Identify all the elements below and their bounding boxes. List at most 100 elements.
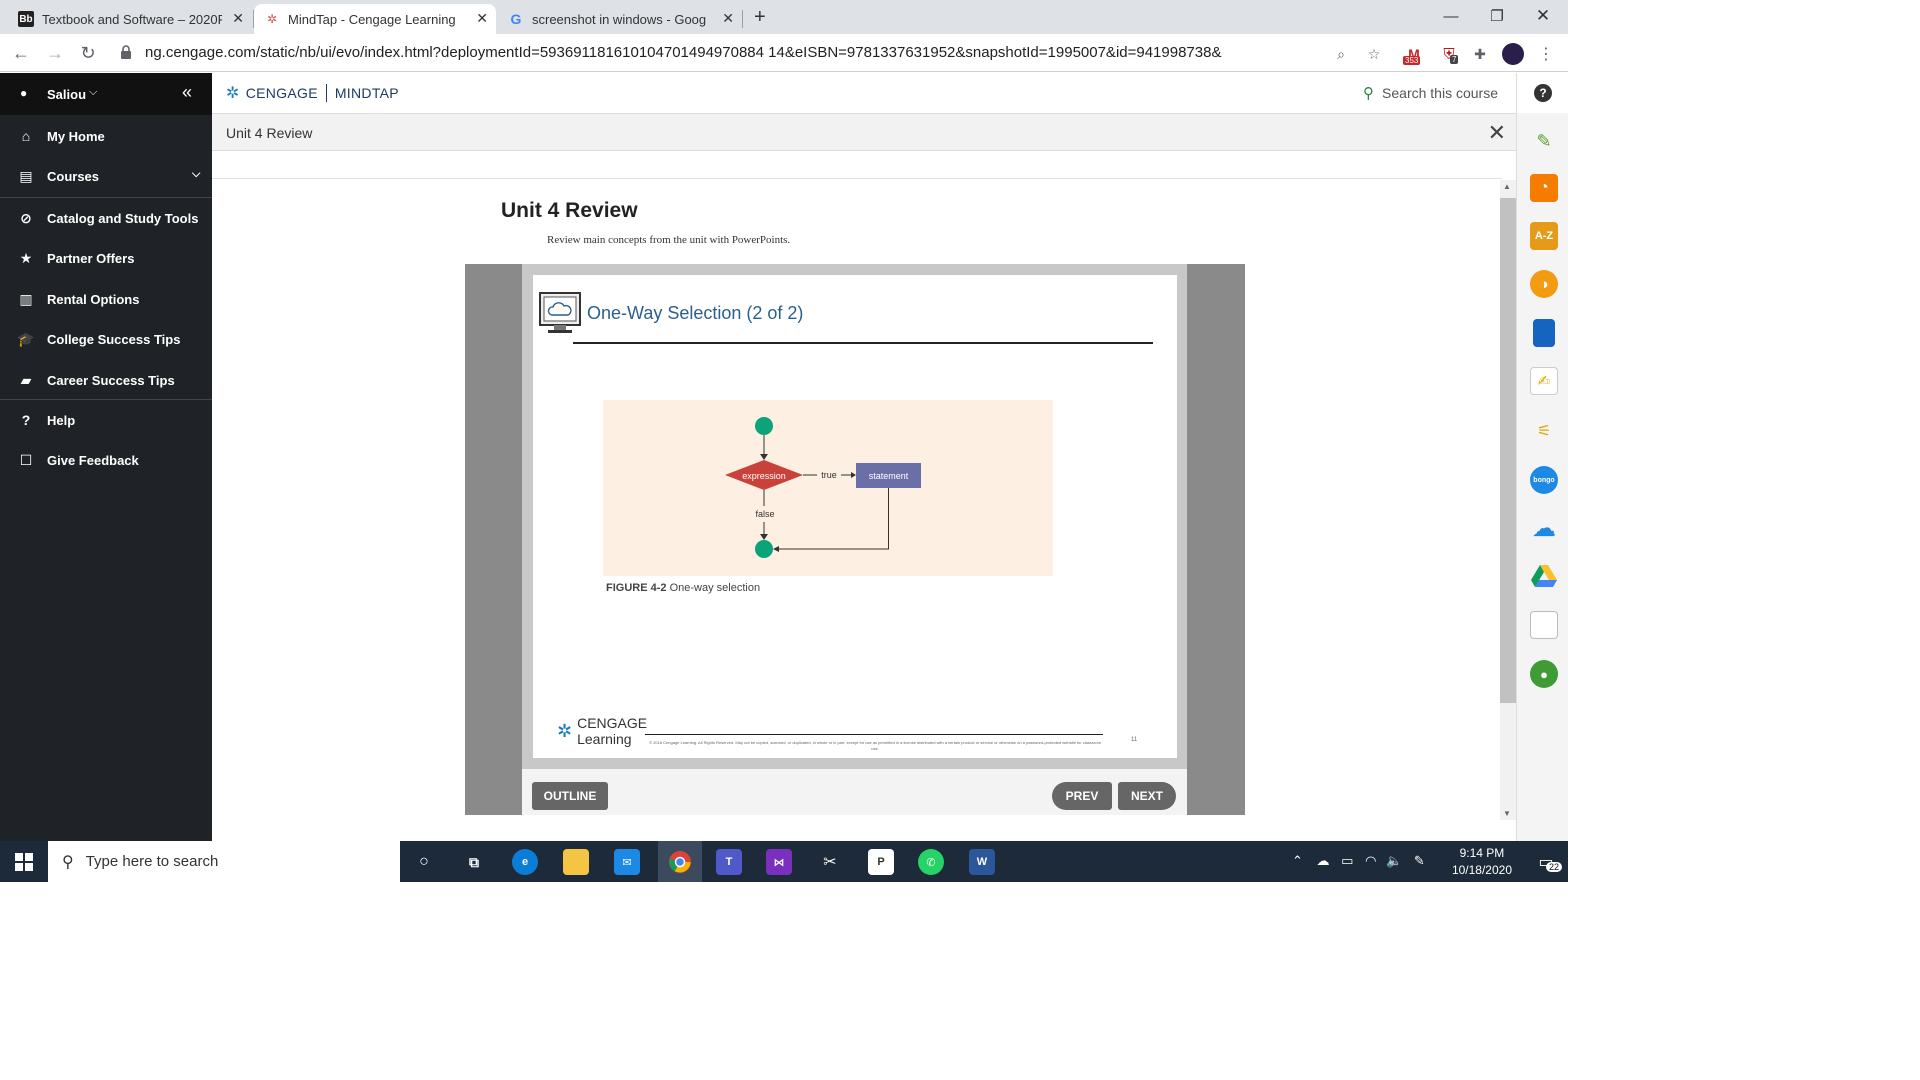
- file-explorer-icon[interactable]: [563, 849, 589, 875]
- clock[interactable]: 9:14 PM 10/18/2020: [1452, 845, 1512, 879]
- chrome-taskbar-icon[interactable]: [658, 841, 702, 882]
- tab-title: Textbook and Software – 2020FA: [42, 11, 222, 27]
- footer-rule: [645, 734, 1103, 735]
- sidebar-item-catalog[interactable]: ⊘ Catalog and Study Tools: [0, 198, 212, 238]
- reload-icon[interactable]: ↻: [77, 42, 99, 64]
- sidebar-item-help[interactable]: ? Help: [0, 400, 212, 440]
- snip-tool-icon[interactable]: ✂: [817, 849, 843, 875]
- home-icon: ⌂: [21, 128, 31, 144]
- sidebar-item-rental-options[interactable]: ▥ Rental Options: [0, 279, 212, 319]
- tab-title: MindTap - Cengage Learning: [288, 11, 456, 27]
- course-search[interactable]: ⚲ Search this course: [1363, 84, 1498, 102]
- close-icon[interactable]: ✕: [1488, 120, 1506, 146]
- divider: [325, 84, 327, 102]
- chevron-up-icon[interactable]: ⌃: [1292, 853, 1303, 868]
- word-icon[interactable]: W: [969, 849, 995, 875]
- outline-button[interactable]: OUTLINE: [532, 782, 608, 810]
- profile-circle-icon[interactable]: ●: [1530, 660, 1558, 688]
- sidebar-item-label: College Success Tips: [47, 331, 181, 347]
- app-dock: ✎ ◔ A-Z ◑ ✍ ⚟ bongo ☁ ●: [1516, 113, 1568, 841]
- restore-icon[interactable]: ❐: [1474, 0, 1520, 32]
- briefcase-icon: ▰: [20, 371, 32, 388]
- readspeaker-icon[interactable]: ⚟: [1530, 417, 1558, 445]
- collapse-sidebar-icon[interactable]: «: [182, 82, 192, 103]
- rss-icon[interactable]: ◔: [1530, 174, 1558, 202]
- pen-icon[interactable]: ✎: [1414, 853, 1425, 868]
- url-path: /static/nb/ui/evo/index.html?deploymentI…: [255, 44, 1222, 61]
- vertical-scrollbar[interactable]: ▲ ▼: [1500, 180, 1516, 820]
- ebook-icon[interactable]: [1533, 319, 1555, 347]
- window-close-icon[interactable]: ✕: [1520, 0, 1566, 32]
- volume-icon[interactable]: 🔈: [1386, 853, 1402, 868]
- close-tab-icon[interactable]: ✕: [476, 10, 488, 27]
- prev-button[interactable]: PREV: [1052, 782, 1112, 810]
- notes-icon[interactable]: ✍: [1530, 367, 1558, 395]
- scrollbar-thumb[interactable]: [1500, 198, 1516, 703]
- cortana-icon[interactable]: ○: [411, 849, 437, 875]
- pdf-reader-icon[interactable]: P: [868, 849, 894, 875]
- sidebar-item-courses[interactable]: ▤ Courses ⌵: [0, 156, 212, 196]
- tab-blackboard[interactable]: Bb Textbook and Software – 2020FA ✕: [8, 4, 252, 34]
- progress-app-icon[interactable]: ◑: [1530, 270, 1558, 298]
- sidebar-item-label: Give Feedback: [47, 452, 139, 468]
- mail-icon[interactable]: ✉: [614, 849, 640, 875]
- url-field[interactable]: ng.cengage.com/static/nb/ui/evo/index.ht…: [145, 44, 1221, 61]
- zoom-icon[interactable]: ⌕: [1330, 43, 1352, 65]
- sidebar-item-partner-offers[interactable]: ★ Partner Offers: [0, 238, 212, 278]
- az-glossary-icon[interactable]: A-Z: [1530, 222, 1558, 250]
- scroll-up-icon[interactable]: ▲: [1503, 182, 1511, 191]
- slide-title: One-Way Selection (2 of 2): [587, 303, 804, 323]
- minimize-icon[interactable]: —: [1428, 0, 1474, 32]
- windows-start-icon[interactable]: [0, 841, 48, 882]
- return-arrow: [779, 488, 889, 550]
- sidebar-item-label: Catalog and Study Tools: [47, 210, 199, 226]
- close-tab-icon[interactable]: ✕: [232, 10, 244, 27]
- arrowhead: [760, 454, 768, 460]
- figure-caption: FIGURE 4-2 One-way selection: [606, 582, 760, 594]
- bongo-icon[interactable]: bongo: [1530, 466, 1558, 494]
- whatsapp-icon[interactable]: ✆: [918, 849, 944, 875]
- close-tab-icon[interactable]: ✕: [722, 10, 734, 27]
- cengage-mindtap-logo[interactable]: ✲ CENGAGE MINDTAP: [226, 83, 399, 103]
- slide-page-number: 11: [1131, 737, 1138, 743]
- tab-mindtap[interactable]: ✲ MindTap - Cengage Learning ✕: [254, 4, 496, 34]
- profile-avatar[interactable]: [1502, 43, 1524, 65]
- shield-extension-icon[interactable]: ⛨ 7: [1438, 43, 1460, 65]
- wifi-icon[interactable]: ◠: [1365, 853, 1376, 868]
- user-menu[interactable]: ● Saliou ⌵ «: [0, 73, 212, 115]
- question-icon: ?: [21, 412, 31, 428]
- powerpoint-viewer: One-Way Selection (2 of 2) expression tr…: [465, 264, 1245, 815]
- visual-studio-icon[interactable]: ⋈: [766, 849, 792, 875]
- pencil-icon[interactable]: ✎: [1530, 127, 1558, 155]
- teams-icon[interactable]: T: [716, 849, 742, 875]
- sidebar-item-my-home[interactable]: ⌂ My Home: [0, 116, 212, 156]
- battery-icon[interactable]: ▭: [1341, 853, 1353, 868]
- help-icon[interactable]: ?: [1534, 84, 1552, 102]
- sidebar-item-give-feedback[interactable]: ☐ Give Feedback: [0, 440, 212, 480]
- back-icon[interactable]: ←: [10, 42, 32, 64]
- taskbar-search[interactable]: ⚲ Type here to search: [48, 841, 400, 882]
- tab-google[interactable]: G screenshot in windows - Google ✕: [498, 4, 742, 34]
- sidebar-item-career-success[interactable]: ▰ Career Success Tips: [0, 360, 212, 400]
- notification-icon[interactable]: ▭ 22: [1534, 850, 1563, 874]
- scroll-down-icon[interactable]: ▼: [1503, 809, 1511, 818]
- sidebar-item-college-success[interactable]: 🎓 College Success Tips: [0, 319, 212, 359]
- puzzle-extensions-icon[interactable]: ✚: [1469, 43, 1491, 65]
- onedrive-icon[interactable]: ☁: [1530, 514, 1558, 542]
- google-drive-icon[interactable]: [1530, 562, 1558, 590]
- windows-taskbar: ⚲ Type here to search ○ ⧉ e ✉ T ⋈ ✂ P ✆ …: [0, 841, 1568, 882]
- edge-icon[interactable]: e: [512, 849, 538, 875]
- forward-icon[interactable]: →: [44, 42, 66, 64]
- next-button[interactable]: NEXT: [1118, 782, 1176, 810]
- monitor-cloud-icon: [538, 291, 582, 337]
- new-tab-button[interactable]: +: [754, 6, 766, 29]
- gmail-extension-icon[interactable]: M 353: [1403, 43, 1425, 65]
- az-label: A-Z: [1534, 230, 1554, 242]
- clock-date: 10/18/2020: [1451, 863, 1512, 877]
- notebook-icon[interactable]: [1530, 611, 1558, 639]
- task-view-icon[interactable]: ⧉: [461, 849, 487, 875]
- flowchart-diagram: expression true statement false: [725, 417, 921, 558]
- onedrive-tray-icon[interactable]: ☁: [1317, 853, 1330, 868]
- bookmark-star-icon[interactable]: ☆: [1363, 43, 1385, 65]
- chrome-menu-icon[interactable]: ⋮: [1535, 43, 1557, 65]
